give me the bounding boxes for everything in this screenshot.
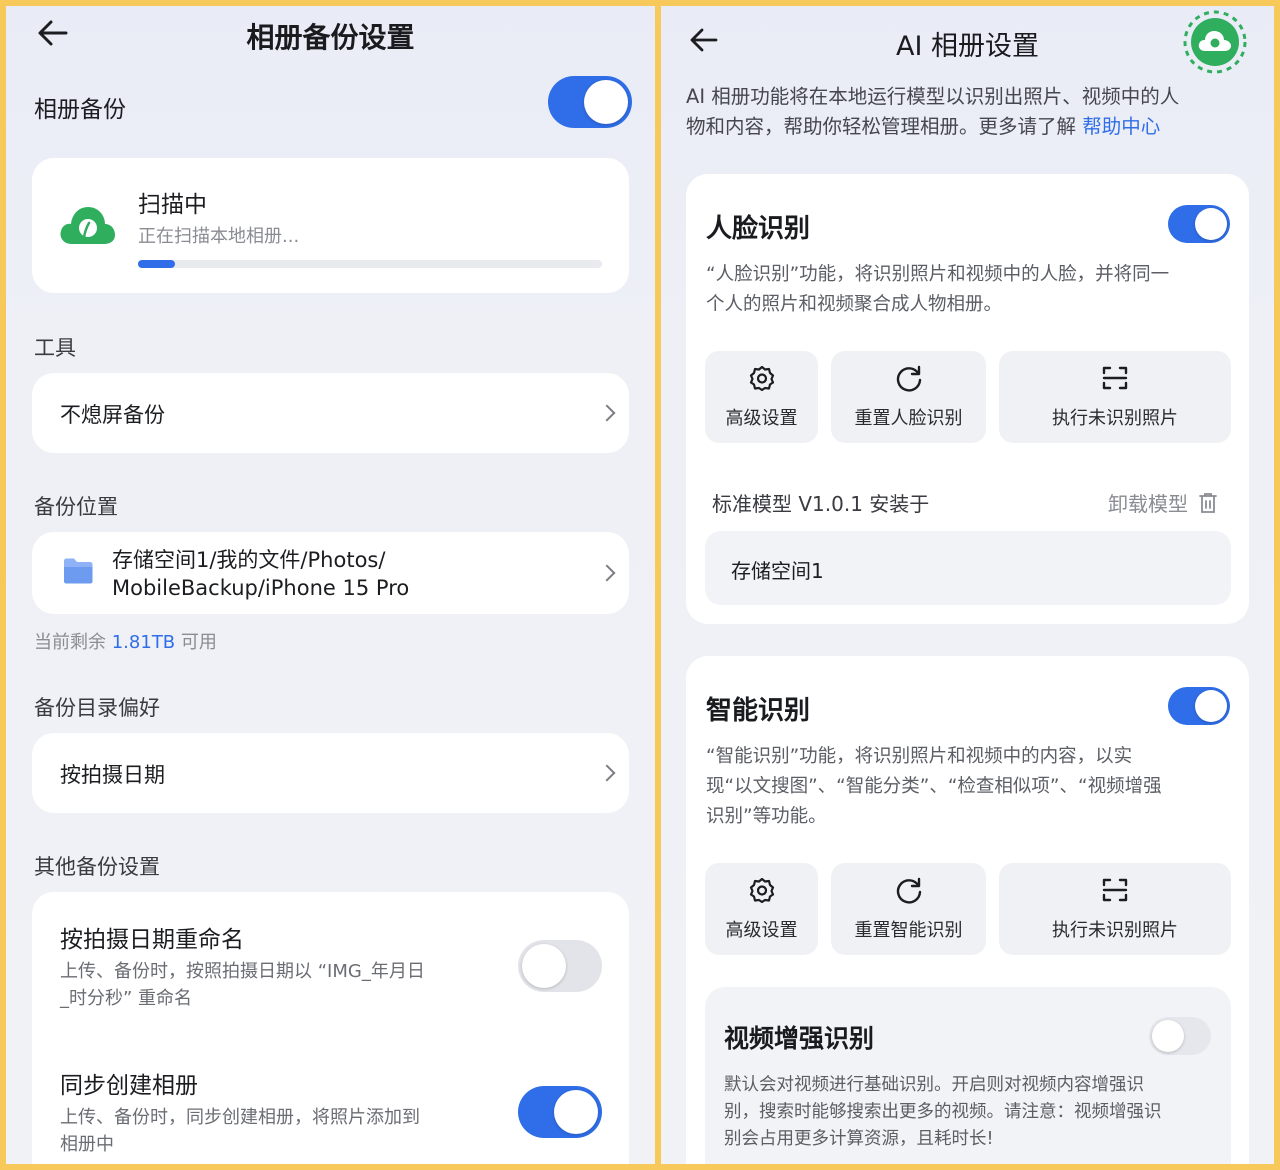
refresh-icon	[896, 877, 921, 904]
dir-pref-row[interactable]: 按拍摄日期	[32, 733, 629, 813]
backup-toggle[interactable]	[548, 76, 632, 128]
scan-icon	[1102, 366, 1128, 390]
location-label: 备份位置	[34, 495, 118, 519]
video-enhance-desc: 默认会对视频进行基础识别。开启则对视频内容增强识 别，搜索时能够搜索出更多的视频…	[724, 1075, 1162, 1149]
gear-icon	[749, 365, 774, 392]
face-recognition-toggle[interactable]	[1168, 205, 1230, 243]
smart-recognition-toggle[interactable]	[1168, 687, 1230, 725]
smart-recognition-desc: “智能识别”功能，将识别照片和视频中的内容，以实 现“以文搜图”、“智能分类”、…	[706, 746, 1162, 827]
video-enhance-title: 视频增强识别	[724, 1024, 875, 1053]
smart-process-unrecognized-button[interactable]: 执行未识别照片	[999, 863, 1231, 955]
reset-face-recognition-button[interactable]: 重置人脸识别	[831, 351, 986, 443]
scan-title: 扫描中	[138, 192, 207, 218]
intro-text: AI 相册功能将在本地运行模型以识别出照片、视频中的人 物和内容，帮助你轻松管理…	[686, 85, 1180, 138]
trash-icon	[1199, 492, 1217, 513]
location-path: 存储空间1/我的文件/Photos/ MobileBackup/iPhone 1…	[112, 548, 410, 600]
smart-recognition-card: 智能识别 “智能识别”功能，将识别照片和视频中的内容，以实 现“以文搜图”、“智…	[686, 656, 1249, 1164]
face-advanced-settings-button[interactable]: 高级设置	[705, 351, 818, 443]
chevron-right-icon	[598, 404, 616, 422]
backup-label: 相册备份	[34, 97, 126, 123]
sync-album-title: 同步创建相册	[60, 1073, 198, 1099]
keep-screen-on-row[interactable]: 不熄屏备份	[32, 373, 629, 453]
page-title: 相册备份设置	[246, 21, 415, 54]
model-storage-value: 存储空间1	[731, 559, 824, 583]
sync-album-desc: 上传、备份时，同步创建相册，将照片添加到 相册中	[60, 1107, 420, 1155]
other-settings-label: 其他备份设置	[34, 855, 160, 879]
backup-settings-panel: 相册备份设置 相册备份 扫描中 正在扫描本地相册... 工具 不熄屏备份 备份位…	[6, 6, 655, 1164]
scan-card: 扫描中 正在扫描本地相册...	[32, 158, 629, 293]
scan-subtitle: 正在扫描本地相册...	[138, 226, 300, 247]
other-settings-card: 按拍摄日期重命名 上传、备份时，按照拍摄日期以 “IMG_年月日 _时分秒” 重…	[32, 892, 629, 1164]
refresh-icon	[896, 365, 921, 392]
cloud-backup-icon	[60, 207, 115, 244]
gear-icon	[749, 877, 774, 904]
rename-desc: 上传、备份时，按照拍摄日期以 “IMG_年月日 _时分秒” 重命名	[60, 961, 425, 1009]
face-recognition-title: 人脸识别	[706, 214, 811, 244]
backup-location-row[interactable]: 存储空间1/我的文件/Photos/ MobileBackup/iPhone 1…	[32, 532, 629, 614]
chevron-right-icon	[598, 564, 616, 582]
rename-toggle[interactable]	[518, 940, 602, 992]
help-center-link[interactable]: 帮助中心	[1082, 115, 1160, 138]
model-info: 标准模型 V1.0.1 安装于	[712, 492, 930, 516]
ai-album-settings-panel: AI 相册设置 AI 相册功能将在本地运行模型以识别出照片、视频中的人 物和内容…	[661, 6, 1274, 1164]
video-enhance-card: 视频增强识别 默认会对视频进行基础识别。开启则对视频内容增强识 别，搜索时能够搜…	[705, 987, 1231, 1164]
sync-status-icon[interactable]	[1182, 9, 1248, 75]
scan-progress-track	[138, 260, 602, 268]
reset-smart-recognition-button[interactable]: 重置智能识别	[831, 863, 986, 955]
uninstall-model-button[interactable]: 卸载模型	[1108, 488, 1218, 517]
remaining-space: 当前剩余 1.81TB 可用	[34, 632, 217, 653]
face-recognition-desc: “人脸识别”功能，将识别照片和视频中的人脸，并将同一 个人的照片和视频聚合成人物…	[706, 264, 1170, 315]
chevron-right-icon	[598, 764, 616, 782]
tools-label: 工具	[34, 336, 76, 360]
keep-screen-on-label: 不熄屏备份	[60, 403, 165, 427]
folder-icon	[64, 558, 93, 584]
rename-title: 按拍摄日期重命名	[60, 927, 244, 953]
process-unrecognized-photos-button[interactable]: 执行未识别照片	[999, 351, 1231, 443]
sync-album-toggle[interactable]	[518, 1086, 602, 1138]
video-enhance-toggle[interactable]	[1149, 1017, 1211, 1055]
dir-pref-value: 按拍摄日期	[60, 763, 165, 787]
smart-advanced-settings-button[interactable]: 高级设置	[705, 863, 818, 955]
scan-icon	[1102, 878, 1128, 902]
scan-progress-fill	[138, 260, 176, 268]
dir-pref-label: 备份目录偏好	[34, 696, 160, 720]
model-storage-row[interactable]: 存储空间1	[705, 531, 1231, 605]
smart-recognition-title: 智能识别	[706, 696, 811, 726]
face-recognition-card: 人脸识别 “人脸识别”功能，将识别照片和视频中的人脸，并将同一 个人的照片和视频…	[686, 174, 1249, 624]
